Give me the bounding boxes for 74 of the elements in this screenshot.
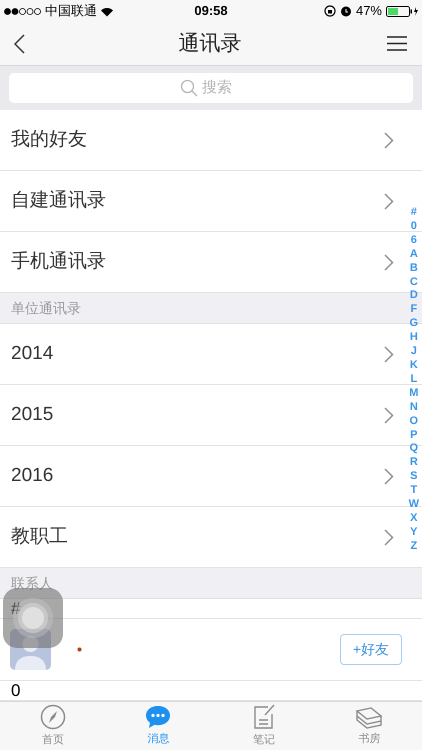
battery-icon — [386, 6, 418, 16]
index-letter[interactable]: M — [409, 386, 418, 401]
section-header: 单位通讯录 — [11, 298, 81, 318]
index-letter[interactable]: D — [410, 289, 418, 304]
list-item[interactable]: 手机通讯录 — [0, 232, 408, 292]
item-label: 自建通讯录 — [11, 188, 107, 213]
mark-icon — [77, 647, 82, 652]
note-icon — [252, 704, 276, 730]
index-letter[interactable]: Y — [410, 526, 418, 540]
index-letter[interactable]: A — [410, 248, 418, 262]
chat-icon — [145, 704, 172, 729]
index-letter[interactable]: R — [410, 456, 418, 470]
search-field[interactable]: 搜索 — [202, 76, 242, 100]
item-label: 手机通讯录 — [11, 250, 107, 274]
list-item[interactable]: 2014 — [0, 324, 408, 384]
books-icon — [355, 704, 384, 729]
chevron-icon — [384, 132, 394, 148]
chevron-icon — [384, 192, 394, 210]
index-letter[interactable]: O — [410, 414, 418, 428]
chevron-icon — [384, 254, 394, 270]
index-letter[interactable]: C — [410, 276, 418, 290]
index-letter[interactable]: X — [410, 512, 418, 526]
index-letter[interactable]: L — [410, 372, 418, 387]
item-label: 2016 — [11, 464, 54, 488]
list-item[interactable]: 2015 — [0, 385, 408, 445]
chevron-icon — [384, 346, 394, 362]
index-letter[interactable]: 6 — [410, 234, 417, 248]
avatar-icon — [10, 629, 51, 670]
index-letter[interactable]: W — [408, 498, 419, 512]
group-letter: 0 — [11, 680, 20, 702]
index-letter[interactable]: 0 — [410, 220, 417, 234]
index-letter[interactable]: P — [410, 428, 418, 442]
item-label: 我的好友 — [11, 128, 88, 152]
tab-item[interactable]: 消息 — [106, 702, 211, 750]
page-title: 通讯录 — [178, 30, 242, 57]
item-label: 2014 — [11, 342, 54, 366]
tab-item[interactable]: 书房 — [316, 702, 422, 750]
search-icon — [180, 79, 198, 97]
list-item[interactable]: 教职工 — [0, 507, 408, 567]
index-letter[interactable]: B — [410, 262, 418, 276]
rotation-lock-icon — [324, 5, 336, 17]
index-letter[interactable]: T — [410, 484, 418, 498]
battery-percent: 47% — [356, 2, 382, 20]
index-letter[interactable]: Q — [410, 442, 418, 456]
compass-icon — [40, 704, 66, 730]
chevron-icon — [384, 468, 394, 484]
item-label: 教职工 — [11, 524, 69, 549]
index-letter[interactable]: S — [410, 470, 418, 484]
index-letter[interactable]: H — [410, 331, 418, 346]
index-letter[interactable]: F — [410, 303, 418, 318]
index-letter[interactable]: N — [410, 400, 418, 415]
tab-item[interactable]: 笔记 — [211, 702, 316, 750]
alarm-icon — [340, 5, 352, 17]
menu-icon — [387, 36, 407, 51]
index-letter[interactable]: # — [410, 206, 417, 220]
list-item[interactable]: 自建通讯录 — [0, 171, 408, 231]
index-letter[interactable]: G — [410, 317, 418, 332]
signal-icon — [4, 8, 42, 14]
index-letter[interactable]: Z — [410, 540, 418, 554]
back-icon — [14, 34, 25, 54]
status-time: 09:58 — [194, 2, 228, 20]
tab-item[interactable]: 首页 — [0, 702, 106, 750]
wifi-icon — [100, 6, 114, 16]
chevron-icon — [384, 406, 394, 424]
group-letter: # — [11, 598, 20, 620]
item-label: 2015 — [11, 402, 54, 427]
index-letter[interactable]: K — [410, 358, 418, 373]
carrier-name: 中国联通 — [45, 2, 97, 20]
section-header: 联系人 — [11, 574, 53, 592]
list-item[interactable]: 2016 — [0, 446, 408, 506]
index-letter[interactable]: J — [410, 345, 417, 359]
add-friend-button[interactable]: +好友 — [340, 634, 402, 665]
assistive-touch-button[interactable] — [3, 588, 63, 648]
chevron-icon — [384, 528, 394, 546]
